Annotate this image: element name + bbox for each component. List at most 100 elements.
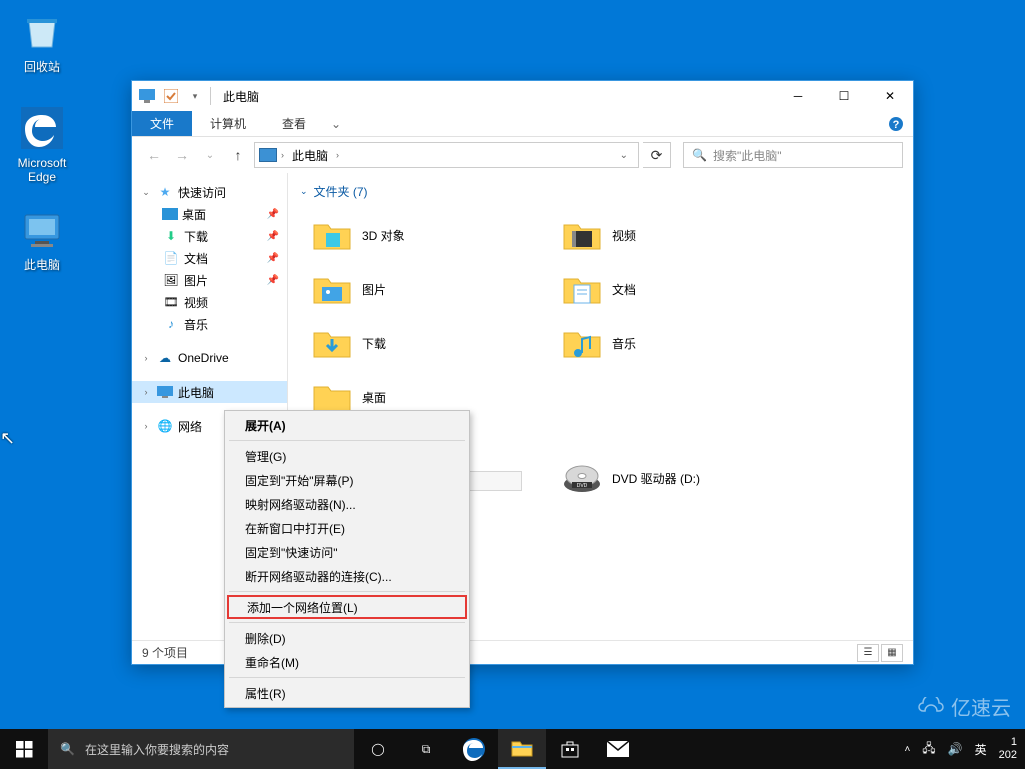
- menu-pin-quick-access[interactable]: 固定到"快速访问": [227, 540, 467, 564]
- sidebar-item-videos[interactable]: 🎞视频: [132, 291, 287, 313]
- breadcrumb[interactable]: › 此电脑 › ⌄: [254, 142, 639, 168]
- tab-computer[interactable]: 计算机: [192, 111, 264, 136]
- group-folders-header[interactable]: ⌄ 文件夹 (7): [298, 181, 903, 208]
- tab-view[interactable]: 查看: [264, 111, 324, 136]
- view-details-button[interactable]: ☰: [857, 644, 879, 662]
- tray-overflow-icon[interactable]: ˄: [904, 744, 910, 755]
- dropdown-icon[interactable]: ▾: [186, 87, 204, 105]
- window-title: 此电脑: [211, 88, 259, 105]
- tray-network-icon[interactable]: 🖧: [922, 739, 935, 760]
- sidebar-onedrive[interactable]: ›☁OneDrive: [132, 347, 287, 369]
- taskbar-mail[interactable]: [594, 729, 642, 769]
- dvd-icon: DVD: [562, 458, 602, 498]
- sidebar-item-downloads[interactable]: ⬇下载📌: [132, 225, 287, 247]
- pin-icon: 📌: [267, 253, 279, 264]
- tab-file[interactable]: 文件: [132, 111, 192, 136]
- item-label: 视频: [612, 227, 636, 244]
- chevron-right-icon[interactable]: ›: [336, 150, 339, 160]
- watermark-text: 亿速云: [951, 692, 1011, 721]
- folder-3d-objects[interactable]: 3D 对象: [298, 208, 548, 262]
- chevron-right-icon[interactable]: ›: [140, 421, 152, 431]
- sidebar-quick-access[interactable]: ⌄ ★ 快速访问: [132, 181, 287, 203]
- help-icon[interactable]: ?: [879, 111, 913, 136]
- breadcrumb-pc-icon: [259, 148, 277, 162]
- menu-pin-start[interactable]: 固定到"开始"屏幕(P): [227, 468, 467, 492]
- nav-up-button[interactable]: ↑: [226, 143, 250, 167]
- folder-music[interactable]: 音乐: [548, 316, 798, 370]
- folder-documents[interactable]: 文档: [548, 262, 798, 316]
- svg-text:?: ?: [893, 119, 900, 131]
- clock-time: 1: [999, 736, 1017, 749]
- taskbar-search[interactable]: 🔍 在这里输入你要搜索的内容: [48, 729, 354, 769]
- menu-separator: [229, 677, 465, 678]
- desktop-icon-recycle-bin[interactable]: 回收站: [4, 8, 80, 74]
- this-pc-icon: [18, 206, 66, 254]
- svg-text:DVD: DVD: [577, 483, 588, 489]
- desktop-icon-this-pc[interactable]: 此电脑: [4, 206, 80, 272]
- menu-open-new-window[interactable]: 在新窗口中打开(E): [227, 516, 467, 540]
- taskbar-explorer[interactable]: [498, 729, 546, 769]
- sidebar-item-pictures[interactable]: 🖼图片📌: [132, 269, 287, 291]
- nav-recent-dropdown[interactable]: ⌄: [198, 143, 222, 167]
- sidebar-item-desktop[interactable]: 桌面📌: [132, 203, 287, 225]
- maximize-button[interactable]: ☐: [821, 81, 867, 111]
- search-input[interactable]: 🔍 搜索"此电脑": [683, 142, 903, 168]
- quick-access-toolbar: ▾: [132, 87, 211, 105]
- tray-ime[interactable]: 英: [975, 741, 987, 758]
- chevron-right-icon[interactable]: ›: [140, 387, 152, 397]
- sidebar-item-label: OneDrive: [178, 351, 229, 365]
- taskbar-search-placeholder: 在这里输入你要搜索的内容: [85, 741, 229, 758]
- taskbar-edge[interactable]: [450, 729, 498, 769]
- chevron-right-icon[interactable]: ›: [281, 150, 284, 160]
- nav-back-button[interactable]: ←: [142, 143, 166, 167]
- cortana-button[interactable]: ◯: [354, 729, 402, 769]
- start-button[interactable]: [0, 729, 48, 769]
- folder-downloads[interactable]: 下载: [298, 316, 548, 370]
- desktop-icon-edge[interactable]: Microsoft Edge: [4, 104, 80, 184]
- titlebar[interactable]: ▾ 此电脑 ─ ☐ ✕: [132, 81, 913, 111]
- chevron-down-icon[interactable]: ⌄: [140, 187, 152, 198]
- folders-grid: 3D 对象 视频 图片 文档 下载 音乐 桌面: [298, 208, 903, 424]
- taskbar-store[interactable]: [546, 729, 594, 769]
- system-tray: ˄ 🖧 🔊 英 1 202: [904, 736, 1025, 762]
- drive-dvd[interactable]: DVD DVD 驱动器 (D:): [548, 451, 798, 505]
- folder-icon: [562, 215, 602, 255]
- item-label: 3D 对象: [362, 227, 405, 244]
- checkbox-icon[interactable]: [162, 87, 180, 105]
- sidebar-item-label: 文档: [184, 250, 208, 267]
- search-placeholder: 搜索"此电脑": [713, 147, 782, 164]
- menu-expand[interactable]: 展开(A): [227, 413, 467, 437]
- task-view-button[interactable]: ⧉: [402, 729, 450, 769]
- sidebar-item-documents[interactable]: 📄文档📌: [132, 247, 287, 269]
- menu-map-drive[interactable]: 映射网络驱动器(N)...: [227, 492, 467, 516]
- tray-volume-icon[interactable]: 🔊: [948, 742, 963, 756]
- menu-rename[interactable]: 重命名(M): [227, 650, 467, 674]
- pin-icon: 📌: [267, 231, 279, 242]
- breadcrumb-dropdown-icon[interactable]: ⌄: [614, 150, 634, 161]
- desktop-icon: [162, 208, 178, 220]
- folder-videos[interactable]: 视频: [548, 208, 798, 262]
- tray-clock[interactable]: 1 202: [999, 736, 1021, 762]
- ribbon-collapse-icon[interactable]: ⌄: [324, 111, 348, 136]
- refresh-button[interactable]: ⟳: [643, 142, 671, 168]
- folder-pictures[interactable]: 图片: [298, 262, 548, 316]
- close-button[interactable]: ✕: [867, 81, 913, 111]
- clock-date: 202: [999, 749, 1017, 762]
- navbar: ← → ⌄ ↑ › 此电脑 › ⌄ ⟳ 🔍 搜索"此电脑": [132, 137, 913, 173]
- sidebar-item-music[interactable]: ♪音乐: [132, 313, 287, 335]
- menu-properties[interactable]: 属性(R): [227, 681, 467, 705]
- pin-icon: 📌: [267, 275, 279, 286]
- minimize-button[interactable]: ─: [775, 81, 821, 111]
- nav-forward-button[interactable]: →: [170, 143, 194, 167]
- item-label: 下载: [362, 335, 386, 352]
- sidebar-this-pc[interactable]: ›此电脑: [132, 381, 287, 403]
- item-label: 文档: [612, 281, 636, 298]
- menu-delete[interactable]: 删除(D): [227, 626, 467, 650]
- item-label: 桌面: [362, 389, 386, 406]
- view-icons-button[interactable]: ▦: [881, 644, 903, 662]
- chevron-right-icon[interactable]: ›: [140, 353, 152, 363]
- menu-add-network-location[interactable]: 添加一个网络位置(L): [227, 595, 467, 619]
- breadcrumb-this-pc[interactable]: 此电脑: [288, 147, 332, 164]
- menu-manage[interactable]: 管理(G): [227, 444, 467, 468]
- menu-disconnect-drive[interactable]: 断开网络驱动器的连接(C)...: [227, 564, 467, 588]
